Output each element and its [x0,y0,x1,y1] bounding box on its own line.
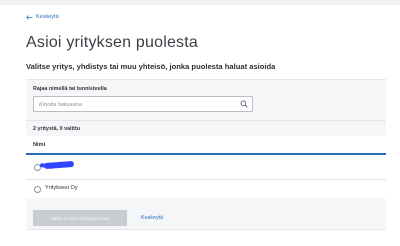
arrow-left-icon [26,14,33,20]
filter-label: Rajaa nimellä tai tunnisteella [33,86,107,92]
selection-count: 2 yritystä, 0 valittu [33,126,81,132]
company-row[interactable]: Yrityksesi Oy [26,180,386,198]
search-input[interactable] [39,99,235,110]
company-radio[interactable] [34,186,41,193]
divider [26,120,386,121]
panel-bottom-edge [26,229,386,230]
cancel-link[interactable]: Keskeytä [141,215,163,221]
top-bar [0,0,400,5]
search-icon[interactable] [240,100,248,108]
page-title: Asioi yrityksen puolesta [26,34,198,51]
page-subtitle: Valitse yritys, yhdistys tai muu yhteisö… [26,62,276,71]
search-box [33,96,253,112]
back-link-label: Keskeytä [36,14,59,20]
company-name: Yrityksesi Oy [45,185,78,191]
redaction-mark [39,163,55,169]
company-row[interactable] [26,155,386,179]
table-header [26,136,386,153]
select-and-continue-button[interactable]: Valitse ja siirry asiointipalveluun [33,210,127,226]
back-link[interactable]: Keskeytä [26,14,59,20]
column-header-name: Nimi [33,142,46,148]
